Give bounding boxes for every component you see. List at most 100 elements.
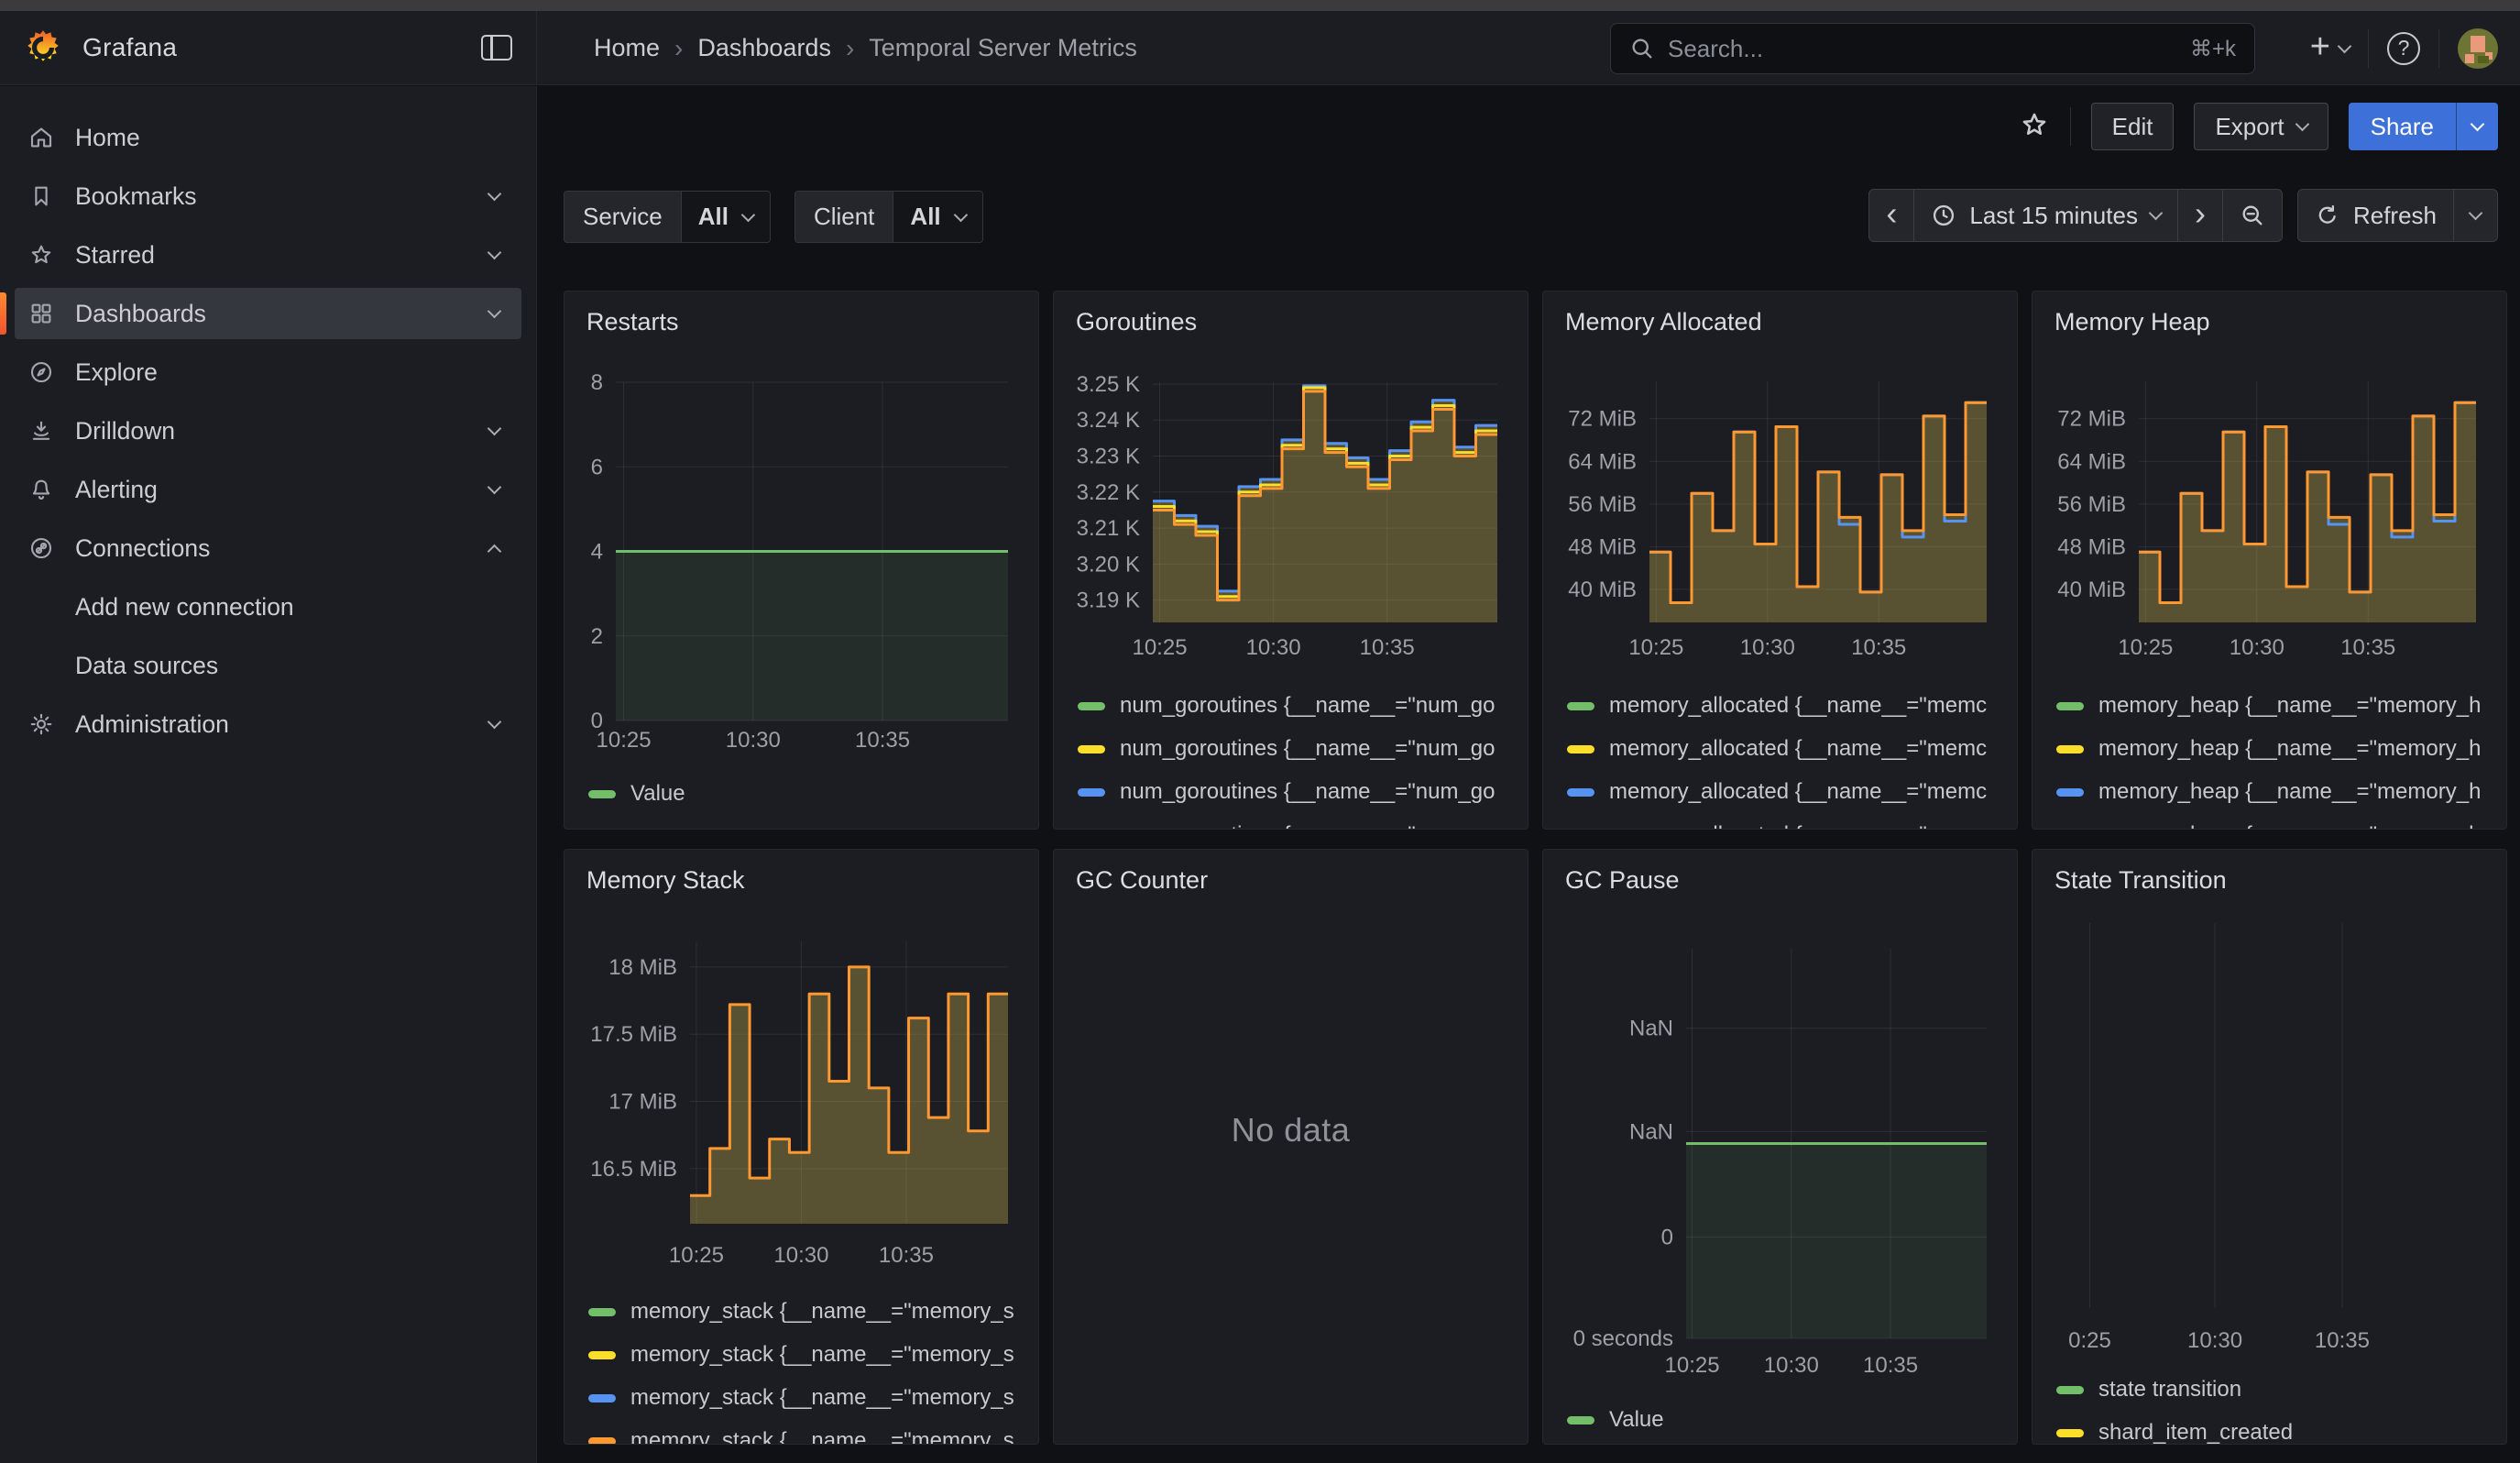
legend-item[interactable]: memory_stack {__name__="memory_s (588, 1384, 1014, 1412)
star-dashboard-button[interactable] (2019, 109, 2050, 145)
legend-swatch (2056, 702, 2084, 710)
chevron-down-icon (488, 187, 502, 202)
legend-item[interactable]: Value (588, 780, 685, 808)
legend-label: memory_heap {__name__="memory_h (2098, 822, 2481, 830)
legend-item[interactable]: num_goroutines {__name__="num_go (1078, 735, 1496, 763)
panel-gc-pause: GC Pause NaNNaN00 seconds10:2510:3010:35… (1542, 849, 2018, 1445)
svg-text:0:25: 0:25 (2068, 1328, 2111, 1353)
panel-title[interactable]: GC Counter (1076, 866, 1208, 895)
svg-text:17 MiB: 17 MiB (608, 1090, 677, 1115)
legend-item[interactable]: memory_stack {__name__="memory_s (588, 1298, 1014, 1326)
legend-item[interactable]: memory_stack {__name__="memory_s (588, 1427, 1014, 1445)
panel-title[interactable]: Goroutines (1076, 308, 1197, 336)
time-shift-forward-button[interactable]: › (2177, 190, 2222, 241)
help-icon[interactable]: ? (2387, 32, 2420, 65)
breadcrumb-item[interactable]: Home (594, 34, 660, 62)
svg-text:72 MiB: 72 MiB (2057, 407, 2126, 432)
legend-item[interactable]: memory_allocated {__name__="memc (1567, 821, 1987, 830)
legend-label: shard_item_created (2098, 1420, 2293, 1445)
chart-area: 8642010:2510:3010:35 (564, 292, 1038, 829)
sidebar-item-explore[interactable]: Explore (15, 346, 521, 398)
svg-text:10:30: 10:30 (1246, 635, 1301, 660)
sidebar-item-label: Bookmarks (75, 182, 197, 211)
panel-title[interactable]: State Transition (2054, 866, 2227, 895)
svg-text:10:30: 10:30 (2230, 635, 2284, 660)
search-shortcut: ⌘+k (2190, 36, 2236, 62)
svg-text:8: 8 (591, 370, 603, 395)
legend-swatch (1567, 788, 1594, 797)
panel-title[interactable]: Memory Heap (2054, 308, 2210, 336)
service-variable-label: Service (564, 192, 681, 242)
panel-gc-counter: GC Counter No data (1053, 849, 1528, 1445)
svg-text:10:25: 10:25 (1628, 635, 1683, 660)
legend-item[interactable]: memory_stack {__name__="memory_s (588, 1341, 1014, 1369)
sidebar-item-dashboards[interactable]: Dashboards (15, 288, 521, 339)
legend-item[interactable]: memory_allocated {__name__="memc (1567, 778, 1987, 806)
time-shift-back-button[interactable]: ‹ (1869, 190, 1913, 241)
legend-item[interactable]: state transition (2056, 1376, 2241, 1403)
legend-item[interactable]: memory_heap {__name__="memory_h (2056, 821, 2481, 830)
refresh-label: Refresh (2353, 202, 2437, 230)
legend-swatch (1078, 788, 1105, 797)
chevron-down-icon (741, 207, 756, 222)
svg-text:0 seconds: 0 seconds (1573, 1326, 1673, 1351)
zoom-out-button[interactable] (2222, 190, 2282, 241)
zoom-out-icon (2240, 203, 2265, 228)
svg-text:10:35: 10:35 (2315, 1328, 2370, 1353)
legend-item[interactable]: num_goroutines {__name__="num_go (1078, 778, 1496, 806)
export-button[interactable]: Export (2194, 103, 2328, 150)
sidebar-item-bookmarks[interactable]: Bookmarks (15, 170, 521, 222)
navbar-brand-section: Grafana (0, 11, 537, 84)
legend-label: num_goroutines {__name__="num_go (1120, 822, 1496, 830)
refresh-interval-button[interactable] (2453, 190, 2497, 241)
breadcrumb-item[interactable]: Dashboards (697, 34, 831, 62)
svg-text:10:30: 10:30 (2187, 1328, 2242, 1353)
chart-svg: 8642010:2510:3010:35 (564, 292, 1038, 829)
panel-title[interactable]: Restarts (586, 308, 679, 336)
svg-text:10:30: 10:30 (726, 728, 781, 753)
legend-label: memory_stack {__name__="memory_s (630, 1428, 1014, 1445)
grafana-logo-icon[interactable] (24, 28, 62, 67)
legend-swatch (2056, 1429, 2084, 1437)
legend-item[interactable]: memory_heap {__name__="memory_h (2056, 735, 2481, 763)
legend-item[interactable]: memory_allocated {__name__="memc (1567, 735, 1987, 763)
share-menu-button[interactable] (2456, 103, 2498, 150)
sidebar-item-connections[interactable]: Connections (15, 522, 521, 574)
legend-item[interactable]: Value (1567, 1406, 1664, 1434)
bookmark-icon (27, 182, 55, 210)
sidebar-item-administration[interactable]: Administration (15, 698, 521, 750)
sidebar-item-home[interactable]: Home (15, 112, 521, 163)
service-variable-dropdown[interactable]: Service All (564, 191, 771, 243)
panel-title[interactable]: Memory Allocated (1565, 308, 1762, 336)
sidebar-item-label: Dashboards (75, 300, 206, 328)
legend-item[interactable]: memory_heap {__name__="memory_h (2056, 692, 2481, 720)
svg-text:10:35: 10:35 (2340, 635, 2395, 660)
edit-button[interactable]: Edit (2091, 103, 2175, 150)
legend-item[interactable]: num_goroutines {__name__="num_go (1078, 821, 1496, 830)
share-button[interactable]: Share (2349, 103, 2498, 150)
search-input[interactable]: Search... ⌘+k (1610, 23, 2255, 74)
panel-title[interactable]: GC Pause (1565, 866, 1680, 895)
sidebar-item-starred[interactable]: Starred (15, 229, 521, 280)
legend-item[interactable]: shard_item_created (2056, 1419, 2293, 1445)
new-menu-button[interactable]: + (2310, 33, 2350, 64)
client-variable-dropdown[interactable]: Client All (794, 191, 983, 243)
legend-item[interactable]: memory_heap {__name__="memory_h (2056, 778, 2481, 806)
refresh-button[interactable]: Refresh (2298, 190, 2453, 241)
legend-item[interactable]: num_goroutines {__name__="num_go (1078, 692, 1496, 720)
legend-item[interactable]: memory_allocated {__name__="memc (1567, 692, 1987, 720)
sidebar-item-data-sources[interactable]: Data sources (15, 640, 521, 691)
sidebar-item-label: Home (75, 124, 140, 152)
sidebar-item-add-new-connection[interactable]: Add new connection (15, 581, 521, 632)
sidebar-toggle-icon[interactable] (481, 35, 512, 60)
svg-text:10:30: 10:30 (1740, 635, 1795, 660)
chart-svg: 0:25 10:30 10:35 (2032, 850, 2506, 1444)
user-avatar[interactable] (2458, 28, 2498, 69)
sidebar-item-alerting[interactable]: Alerting (15, 464, 521, 515)
time-range-picker[interactable]: Last 15 minutes (1913, 190, 2177, 241)
time-picker-group: ‹ Last 15 minutes › (1868, 189, 2283, 242)
panel-title[interactable]: Memory Stack (586, 866, 745, 895)
svg-text:10:30: 10:30 (1764, 1353, 1819, 1378)
edit-label: Edit (2112, 113, 2153, 141)
sidebar-item-drilldown[interactable]: Drilldown (15, 405, 521, 456)
